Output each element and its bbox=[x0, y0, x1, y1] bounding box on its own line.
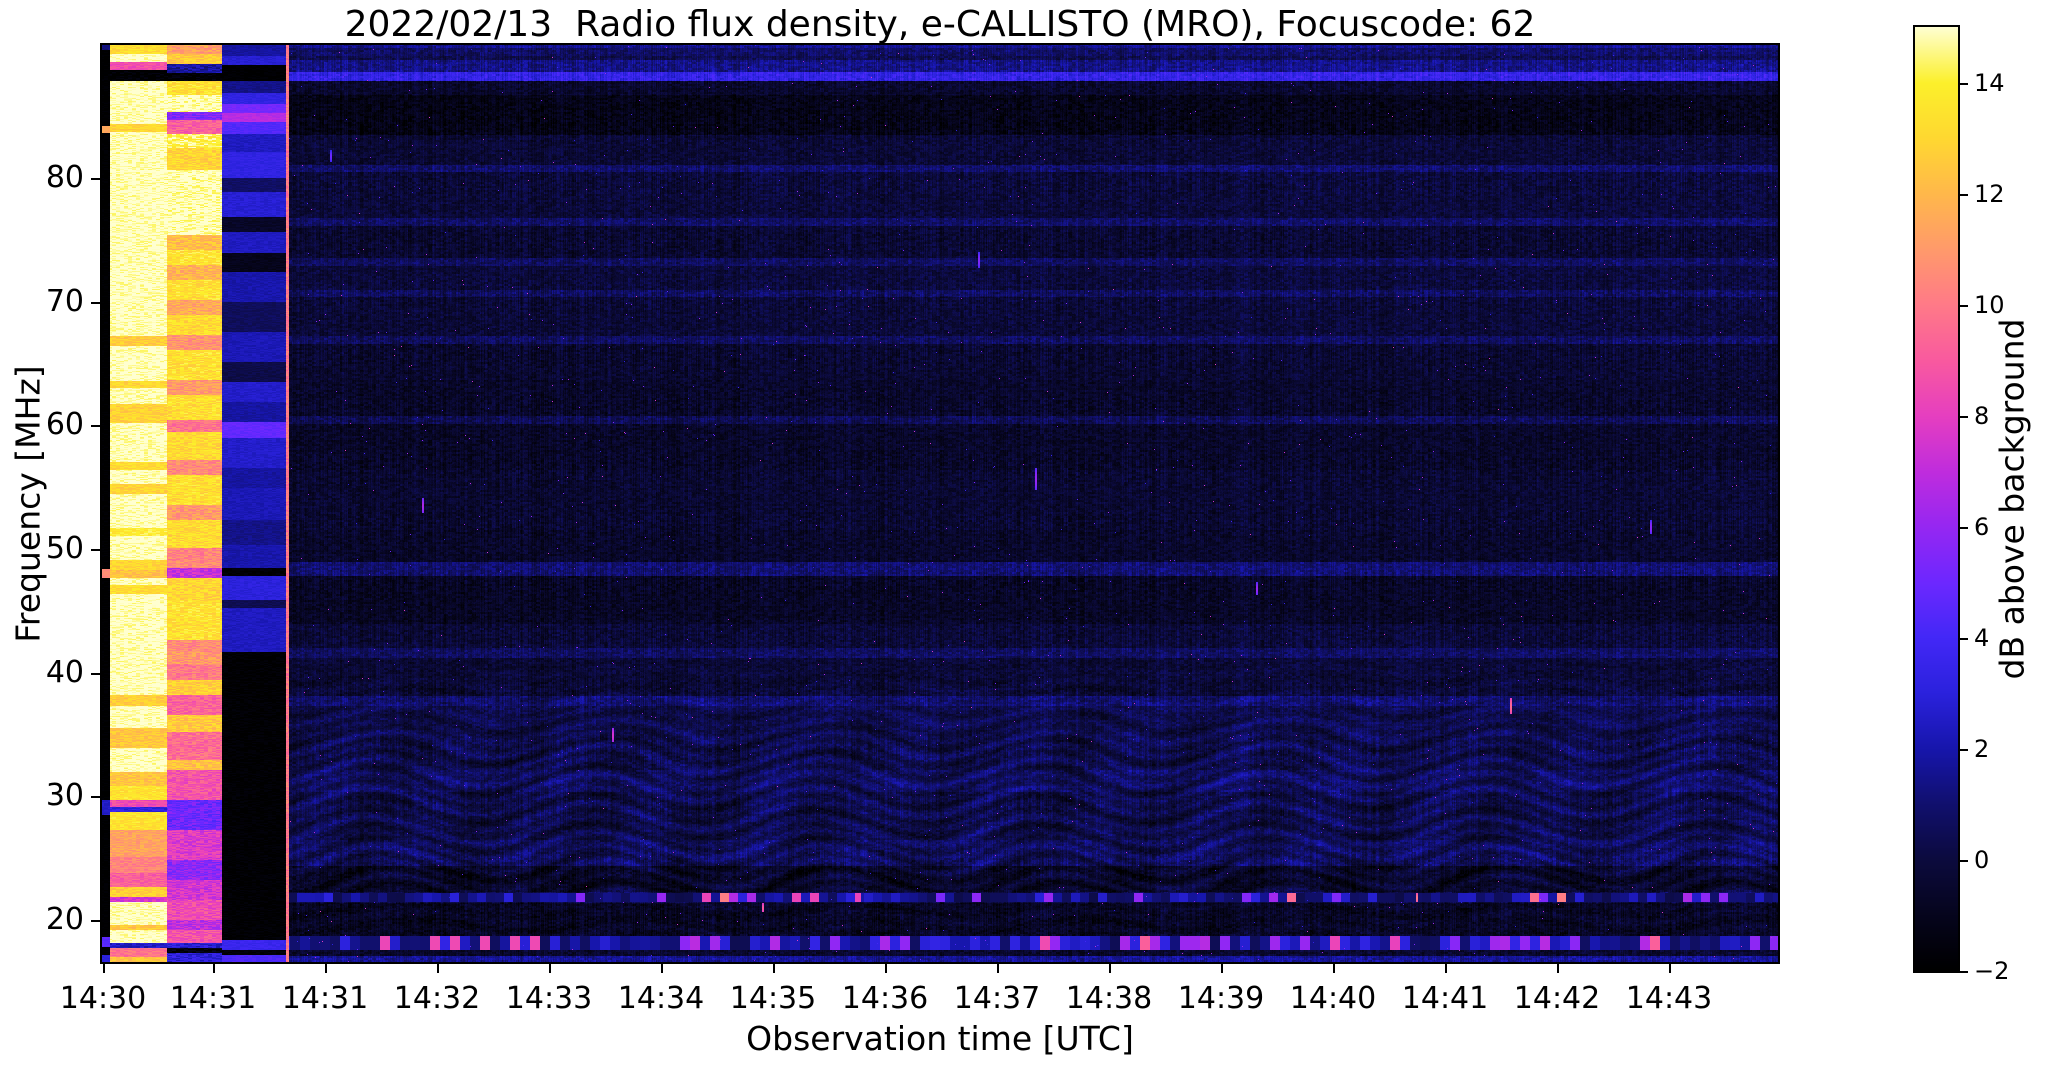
x-tick-mark bbox=[1109, 962, 1111, 973]
x-tick-label: 14:31 bbox=[281, 981, 369, 1016]
x-tick-label: 14:30 bbox=[59, 981, 147, 1016]
colorbar-tick-mark bbox=[1960, 193, 1968, 196]
x-tick-mark bbox=[1557, 962, 1559, 973]
colorbar-tick-label: 6 bbox=[1974, 512, 1990, 541]
y-tick-label: 50 bbox=[45, 531, 84, 566]
x-tick-mark bbox=[997, 962, 999, 973]
colorbar-tick-mark bbox=[1960, 748, 1968, 751]
colorbar-tick-mark bbox=[1960, 526, 1968, 529]
y-tick-label: 30 bbox=[45, 778, 84, 813]
x-tick-label: 14:41 bbox=[1401, 981, 1489, 1016]
x-tick-label: 14:39 bbox=[1177, 981, 1265, 1016]
colorbar-tick-label: −2 bbox=[1974, 957, 2010, 985]
x-tick-mark bbox=[549, 962, 551, 973]
y-tick-mark bbox=[91, 302, 102, 304]
y-tick-label: 70 bbox=[45, 284, 84, 319]
x-tick-label: 14:32 bbox=[393, 981, 481, 1016]
colorbar-tick-mark bbox=[1960, 971, 1968, 973]
colorbar-tick-label: 2 bbox=[1974, 734, 1990, 763]
x-tick-label: 14:38 bbox=[1065, 981, 1153, 1016]
x-tick-mark bbox=[213, 962, 215, 973]
colorbar-tick-label: 14 bbox=[1974, 68, 2005, 97]
x-tick-label: 14:40 bbox=[1289, 981, 1377, 1016]
x-tick-mark bbox=[103, 962, 105, 973]
colorbar-tick-label: 0 bbox=[1974, 845, 1990, 874]
x-tick-mark bbox=[437, 962, 439, 973]
plot-title: 2022/02/13 Radio flux density, e-CALLIST… bbox=[344, 4, 1536, 45]
colorbar-border bbox=[1913, 25, 1960, 973]
y-axis-label: Frequency [MHz] bbox=[8, 364, 48, 643]
x-tick-mark bbox=[325, 962, 327, 973]
colorbar-tick-mark bbox=[1960, 859, 1968, 862]
x-tick-label: 14:35 bbox=[729, 981, 817, 1016]
y-tick-mark bbox=[91, 673, 102, 675]
y-tick-mark bbox=[91, 796, 102, 798]
y-tick-label: 40 bbox=[45, 655, 84, 690]
colorbar-tick-mark bbox=[1960, 82, 1968, 85]
x-tick-label: 14:31 bbox=[169, 981, 257, 1016]
colorbar-tick-label: 4 bbox=[1974, 623, 1990, 652]
colorbar-label: dB above background bbox=[1992, 318, 2032, 680]
plot-border bbox=[100, 43, 1780, 964]
x-tick-mark bbox=[1221, 962, 1223, 973]
y-tick-label: 80 bbox=[45, 160, 84, 195]
colorbar-tick-label: 8 bbox=[1974, 401, 1990, 430]
x-tick-label: 14:36 bbox=[841, 981, 929, 1016]
x-tick-label: 14:33 bbox=[505, 981, 593, 1016]
colorbar-tick-label: 12 bbox=[1974, 179, 2005, 208]
figure: 2022/02/13 Radio flux density, e-CALLIST… bbox=[0, 0, 2047, 1067]
x-tick-mark bbox=[1445, 962, 1447, 973]
y-tick-mark bbox=[91, 178, 102, 180]
colorbar-tick-mark bbox=[1960, 304, 1968, 307]
x-tick-mark bbox=[661, 962, 663, 973]
x-tick-label: 14:34 bbox=[617, 981, 705, 1016]
x-tick-mark bbox=[773, 962, 775, 973]
y-tick-label: 20 bbox=[45, 902, 84, 937]
x-tick-label: 14:37 bbox=[953, 981, 1041, 1016]
x-tick-label: 14:42 bbox=[1513, 981, 1601, 1016]
x-tick-label: 14:43 bbox=[1625, 981, 1713, 1016]
x-tick-mark bbox=[1333, 962, 1335, 973]
x-tick-mark bbox=[1669, 962, 1671, 973]
x-axis-label: Observation time [UTC] bbox=[746, 1019, 1134, 1058]
y-tick-label: 60 bbox=[45, 407, 84, 442]
y-tick-mark bbox=[91, 920, 102, 922]
colorbar-tick-mark bbox=[1960, 415, 1968, 418]
colorbar-tick-mark bbox=[1960, 637, 1968, 640]
y-tick-mark bbox=[91, 549, 102, 551]
colorbar-tick-label: 10 bbox=[1974, 290, 2005, 319]
x-tick-mark bbox=[885, 962, 887, 973]
y-tick-mark bbox=[91, 425, 102, 427]
